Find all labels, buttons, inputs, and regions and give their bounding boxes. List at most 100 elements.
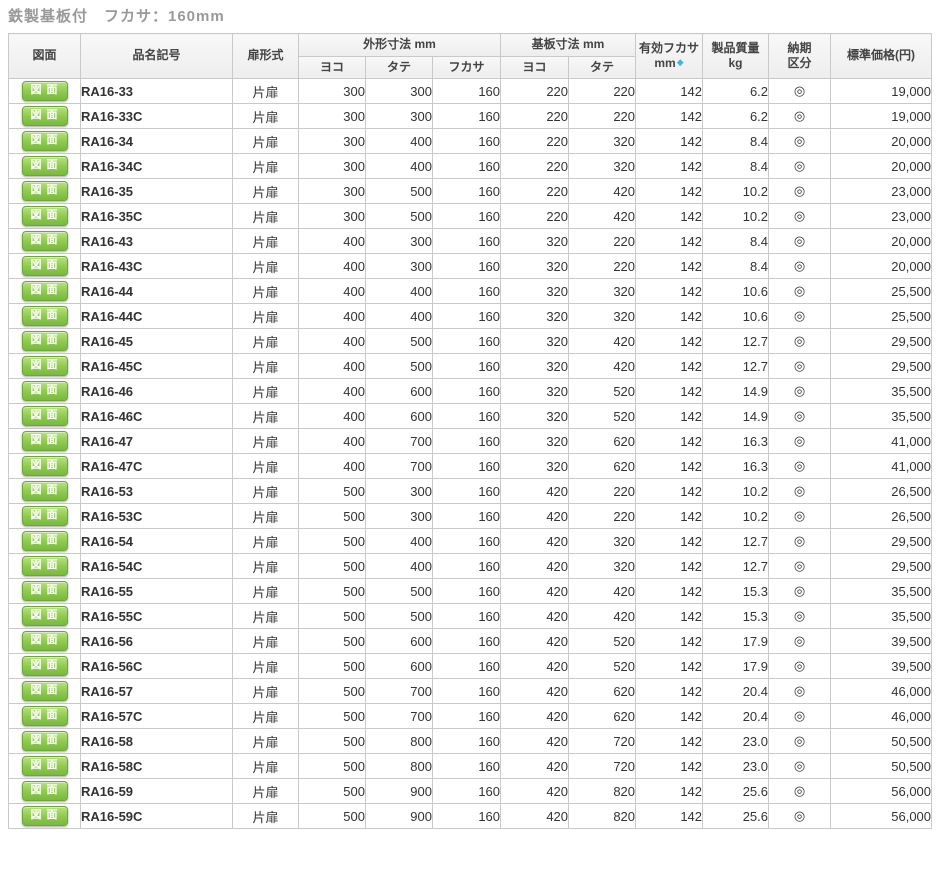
drawing-button[interactable]: 図 面	[22, 706, 68, 726]
door-type-cell: 片扉	[233, 429, 299, 454]
drawing-button[interactable]: 図 面	[22, 556, 68, 576]
effective-depth-cell: 142	[636, 429, 703, 454]
drawing-button[interactable]: 図 面	[22, 481, 68, 501]
drawing-button[interactable]: 図 面	[22, 431, 68, 451]
drawing-button[interactable]: 図 面	[22, 631, 68, 651]
delivery-badge: ◎	[769, 604, 831, 629]
table-row: 図 面 RA16-56 片扉 500 600 160 420 520 142 1…	[9, 629, 932, 654]
drawing-button[interactable]: 図 面	[22, 281, 68, 301]
drawing-button[interactable]: 図 面	[22, 331, 68, 351]
table-row: 図 面 RA16-45 片扉 400 500 160 320 420 142 1…	[9, 329, 932, 354]
table-row: 図 面 RA16-33C 片扉 300 300 160 220 220 142 …	[9, 104, 932, 129]
drawing-button[interactable]: 図 面	[22, 256, 68, 276]
outer-depth-cell: 160	[433, 129, 501, 154]
outer-height-cell: 400	[366, 304, 433, 329]
outer-depth-cell: 160	[433, 479, 501, 504]
door-type-cell: 片扉	[233, 154, 299, 179]
drawing-button[interactable]: 図 面	[22, 206, 68, 226]
drawing-button[interactable]: 図 面	[22, 81, 68, 101]
col-header-delivery: 納期 区分	[769, 34, 831, 79]
outer-width-cell: 500	[299, 679, 366, 704]
price-cell: 20,000	[831, 229, 932, 254]
drawing-cell: 図 面	[9, 404, 81, 429]
drawing-button[interactable]: 図 面	[22, 231, 68, 251]
drawing-button[interactable]: 図 面	[22, 456, 68, 476]
base-height-cell: 420	[569, 579, 636, 604]
drawing-button[interactable]: 図 面	[22, 306, 68, 326]
outer-depth-cell: 160	[433, 304, 501, 329]
table-row: 図 面 RA16-53C 片扉 500 300 160 420 220 142 …	[9, 504, 932, 529]
outer-width-cell: 500	[299, 604, 366, 629]
base-width-cell: 420	[501, 754, 569, 779]
outer-depth-cell: 160	[433, 454, 501, 479]
outer-height-cell: 500	[366, 354, 433, 379]
drawing-button[interactable]: 図 面	[22, 781, 68, 801]
drawing-cell: 図 面	[9, 279, 81, 304]
effective-depth-cell: 142	[636, 654, 703, 679]
drawing-button[interactable]: 図 面	[22, 731, 68, 751]
outer-width-cell: 500	[299, 554, 366, 579]
door-type-cell: 片扉	[233, 529, 299, 554]
drawing-button[interactable]: 図 面	[22, 606, 68, 626]
drawing-button[interactable]: 図 面	[22, 181, 68, 201]
drawing-button[interactable]: 図 面	[22, 131, 68, 151]
col-header-door-type-label: 扉形式	[247, 48, 283, 62]
weight-cell: 12.7	[703, 554, 769, 579]
door-type-cell: 片扉	[233, 354, 299, 379]
product-code-cell: RA16-47	[81, 429, 233, 454]
base-width-cell: 420	[501, 654, 569, 679]
base-height-cell: 520	[569, 379, 636, 404]
effective-depth-cell: 142	[636, 529, 703, 554]
outer-height-cell: 400	[366, 279, 433, 304]
weight-cell: 23.0	[703, 754, 769, 779]
drawing-button[interactable]: 図 面	[22, 106, 68, 126]
base-width-cell: 320	[501, 429, 569, 454]
drawing-button[interactable]: 図 面	[22, 381, 68, 401]
weight-cell: 8.4	[703, 254, 769, 279]
drawing-cell: 図 面	[9, 129, 81, 154]
col-header-product-code-label: 品名記号	[132, 48, 180, 62]
weight-cell: 17.9	[703, 629, 769, 654]
delivery-badge: ◎	[769, 404, 831, 429]
base-height-cell: 220	[569, 229, 636, 254]
weight-cell: 15.3	[703, 579, 769, 604]
outer-width-cell: 400	[299, 304, 366, 329]
product-code-cell: RA16-47C	[81, 454, 233, 479]
drawing-button[interactable]: 図 面	[22, 581, 68, 601]
base-height-cell: 520	[569, 629, 636, 654]
drawing-button[interactable]: 図 面	[22, 756, 68, 776]
drawing-button[interactable]: 図 面	[22, 531, 68, 551]
base-width-cell: 420	[501, 629, 569, 654]
drawing-cell: 図 面	[9, 629, 81, 654]
drawing-button[interactable]: 図 面	[22, 356, 68, 376]
base-width-cell: 420	[501, 729, 569, 754]
delivery-badge: ◎	[769, 554, 831, 579]
outer-width-cell: 300	[299, 204, 366, 229]
effective-depth-cell: 142	[636, 454, 703, 479]
drawing-button[interactable]: 図 面	[22, 406, 68, 426]
base-height-cell: 320	[569, 279, 636, 304]
delivery-badge: ◎	[769, 654, 831, 679]
price-cell: 25,500	[831, 279, 932, 304]
base-width-cell: 220	[501, 179, 569, 204]
price-cell: 19,000	[831, 79, 932, 104]
drawing-cell: 図 面	[9, 654, 81, 679]
base-height-cell: 620	[569, 429, 636, 454]
drawing-button[interactable]: 図 面	[22, 156, 68, 176]
base-height-cell: 220	[569, 479, 636, 504]
drawing-button[interactable]: 図 面	[22, 506, 68, 526]
outer-depth-cell: 160	[433, 279, 501, 304]
weight-cell: 16.3	[703, 454, 769, 479]
drawing-cell: 図 面	[9, 429, 81, 454]
product-code-cell: RA16-53	[81, 479, 233, 504]
drawing-button[interactable]: 図 面	[22, 681, 68, 701]
drawing-button[interactable]: 図 面	[22, 656, 68, 676]
delivery-badge: ◎	[769, 529, 831, 554]
base-width-cell: 220	[501, 129, 569, 154]
effective-depth-cell: 142	[636, 704, 703, 729]
price-cell: 26,500	[831, 504, 932, 529]
drawing-button[interactable]: 図 面	[22, 806, 68, 826]
effective-depth-cell: 142	[636, 204, 703, 229]
outer-width-cell: 500	[299, 504, 366, 529]
base-width-cell: 420	[501, 529, 569, 554]
